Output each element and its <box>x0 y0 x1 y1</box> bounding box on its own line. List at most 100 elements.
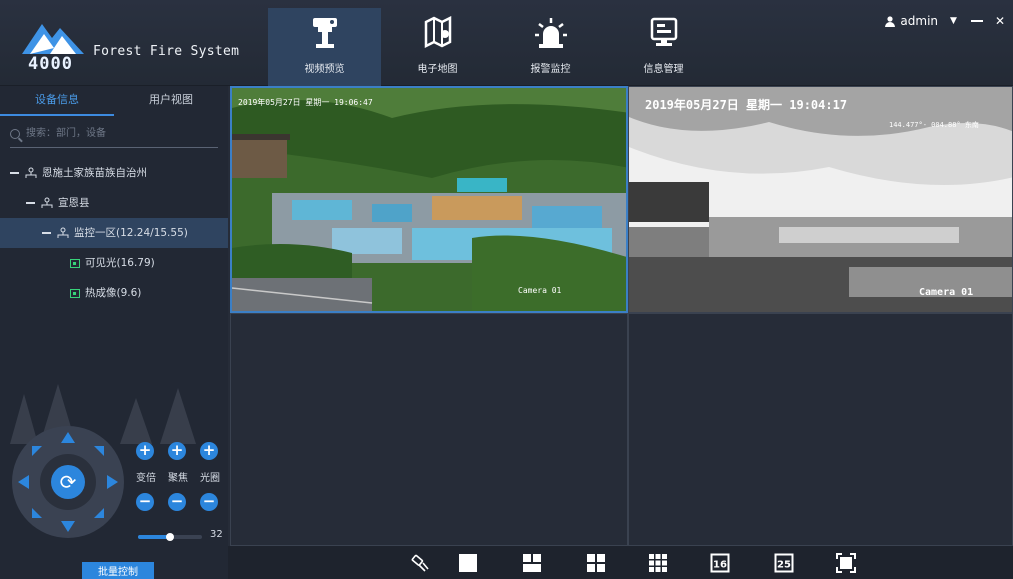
slider-knob[interactable] <box>166 533 174 541</box>
tree-node-label: 恩施土家族苗族自治州 <box>42 167 147 179</box>
focus-out-button[interactable]: − <box>168 493 186 511</box>
batch-control-button[interactable]: 批量控制 <box>82 562 154 579</box>
nav-label: 视频预览 <box>304 64 345 75</box>
tree-node-prefecture[interactable]: 恩施土家族苗族自治州 <box>0 158 228 188</box>
zoom-in-button[interactable]: + <box>136 442 154 460</box>
collapse-icon[interactable] <box>10 172 19 174</box>
ptz-left-icon[interactable] <box>18 475 29 489</box>
ptz-up-icon[interactable] <box>61 432 75 443</box>
iris-label: 光圈 <box>200 473 220 484</box>
org-icon <box>25 167 37 178</box>
ptz-up-right-icon[interactable] <box>94 446 104 456</box>
tab-device-info[interactable]: 设备信息 <box>0 86 114 116</box>
collapse-icon[interactable] <box>42 232 51 234</box>
layout-9-icon[interactable] <box>648 553 668 573</box>
sidebar: 设备信息 用户视图 搜索：部门，设备 恩施土家族苗族自治州 宣恩县 监控一区(1… <box>0 86 228 579</box>
brand-name: Forest Fire System <box>93 44 240 59</box>
app-window: 4000 Forest Fire System 视频预览 电子地图 报警监控 信… <box>0 0 1013 579</box>
nav-alarm[interactable]: 报警监控 <box>494 8 607 86</box>
video-pane-4[interactable] <box>628 313 1013 546</box>
ptz-up-left-icon[interactable] <box>32 446 42 456</box>
focus-label: 聚焦 <box>168 473 188 484</box>
user-menu[interactable]: admin ▼ ✕ <box>885 14 1005 28</box>
nav-label: 电子地图 <box>417 64 458 75</box>
fullscreen-icon[interactable] <box>836 553 856 573</box>
tree-node-county[interactable]: 宣恩县 <box>0 188 228 218</box>
ptz-speed-value: 32 <box>210 529 223 540</box>
lens-labels: 变倍 聚焦 光圈 <box>136 469 220 484</box>
nav-map[interactable]: 电子地图 <box>381 8 494 86</box>
layout-1-icon[interactable] <box>458 553 478 573</box>
osd-camera-name: Camera 01 <box>919 287 973 298</box>
layout-25-icon[interactable]: 25 <box>774 553 794 573</box>
layout-toolbar: 16 25 <box>228 546 1013 579</box>
ptz-down-left-icon[interactable] <box>32 508 42 518</box>
nav-label: 信息管理 <box>643 64 684 75</box>
layout-4-icon[interactable] <box>586 553 606 573</box>
search-placeholder: 搜索：部门，设备 <box>26 127 106 139</box>
monitor-info-icon <box>650 17 677 46</box>
close-icon[interactable]: ✕ <box>995 14 1005 28</box>
tree-node-label: 可见光(16.79) <box>85 257 155 269</box>
logo-mountain-icon <box>22 24 84 54</box>
video-feed-thermal: 2019年05月27日 星期一 19:04:17 144.477°- 004.8… <box>629 87 1012 312</box>
iris-open-button[interactable]: + <box>200 442 218 460</box>
camera-icon <box>70 258 80 268</box>
ptz-down-right-icon[interactable] <box>94 508 104 518</box>
username: admin <box>900 14 939 28</box>
tree-node-label: 宣恩县 <box>58 197 90 209</box>
svg-text:25: 25 <box>777 560 791 571</box>
tree-node-camera-thermal[interactable]: 热成像(9.6) <box>0 278 228 308</box>
alarm-siren-icon <box>534 18 567 48</box>
layout-1-plus-2-icon[interactable] <box>522 553 542 573</box>
ptz-auto-rotate-icon[interactable]: ⟳ <box>51 465 85 499</box>
app-logo: 4000 <box>18 18 88 74</box>
ptz-right-icon[interactable] <box>107 475 118 489</box>
ptz-speed-slider[interactable] <box>138 533 202 541</box>
org-icon <box>57 227 69 238</box>
logo-number: 4000 <box>28 54 73 74</box>
zoom-label: 变倍 <box>136 473 156 484</box>
surveillance-camera-icon <box>312 18 337 48</box>
tree-node-camera-visible[interactable]: 可见光(16.79) <box>0 248 228 278</box>
osd-camera-name: Camera 01 <box>518 286 562 295</box>
svg-text:16: 16 <box>713 560 727 571</box>
lens-minus-row: − − − <box>136 493 218 511</box>
zoom-out-button[interactable]: − <box>136 493 154 511</box>
minimize-icon[interactable] <box>970 20 983 22</box>
main-nav: 视频预览 电子地图 报警监控 信息管理 <box>268 8 720 86</box>
lens-controls: + + + 变倍 聚焦 光圈 − − − <box>136 442 220 511</box>
map-icon <box>424 16 451 48</box>
user-icon <box>885 15 896 27</box>
collapse-icon[interactable] <box>26 202 35 204</box>
camera-icon <box>70 288 80 298</box>
video-pane-2[interactable]: 2019年05月27日 星期一 19:04:17 144.477°- 004.8… <box>628 86 1013 313</box>
header-bar: 4000 Forest Fire System 视频预览 电子地图 报警监控 信… <box>0 0 1013 86</box>
forest-decoration-icon <box>10 384 196 444</box>
device-tree: 恩施土家族苗族自治州 宣恩县 监控一区(12.24/15.55) 可见光(16.… <box>0 158 228 308</box>
video-pane-1[interactable]: 2019年05月27日 星期一 19:06:47 Camera 01 <box>230 86 628 313</box>
ptz-direction-pad: ⟳ <box>12 426 124 538</box>
iris-close-button[interactable]: − <box>200 493 218 511</box>
osd-timestamp: 2019年05月27日 星期一 19:04:17 <box>645 97 847 112</box>
search-input[interactable]: 搜索：部门，设备 <box>10 120 218 148</box>
ptz-down-icon[interactable] <box>61 521 75 532</box>
focus-in-button[interactable]: + <box>168 442 186 460</box>
tree-node-label: 监控一区(12.24/15.55) <box>74 227 188 239</box>
layout-16-icon[interactable]: 16 <box>710 553 730 573</box>
nav-video-preview[interactable]: 视频预览 <box>268 8 381 86</box>
osd-ptz-info: 144.477°- 004.88° 东南 <box>889 120 979 129</box>
osd-timestamp: 2019年05月27日 星期一 19:06:47 <box>238 97 373 107</box>
video-feed-visible: 2019年05月27日 星期一 19:06:47 Camera 01 <box>232 88 626 311</box>
nav-label: 报警监控 <box>530 64 571 75</box>
caret-down-icon[interactable]: ▼ <box>950 16 957 26</box>
video-pane-3[interactable] <box>230 313 628 546</box>
tree-node-zone[interactable]: 监控一区(12.24/15.55) <box>0 218 228 248</box>
sidebar-tabs: 设备信息 用户视图 <box>0 86 228 116</box>
org-icon <box>41 197 53 208</box>
video-grid: 2019年05月27日 星期一 19:06:47 Camera 01 2019年… <box>228 86 1013 546</box>
tab-user-view[interactable]: 用户视图 <box>114 86 228 116</box>
search-icon <box>10 128 20 139</box>
nav-info-management[interactable]: 信息管理 <box>607 8 720 86</box>
clear-all-icon[interactable] <box>410 553 430 573</box>
